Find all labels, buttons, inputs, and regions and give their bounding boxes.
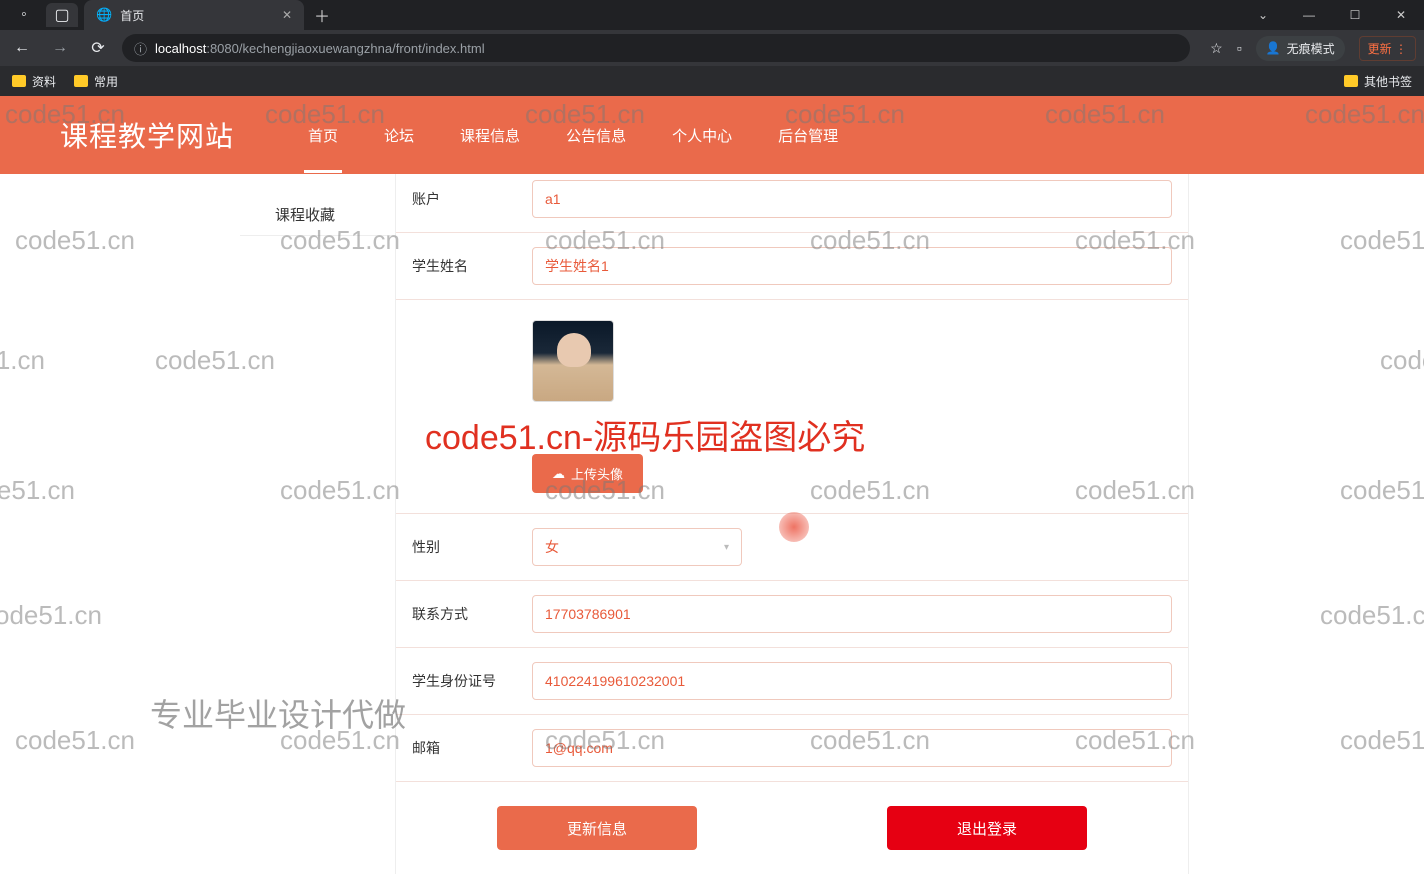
panel-icon[interactable]: ▫ <box>1237 40 1242 56</box>
close-icon[interactable]: ✕ <box>262 8 292 22</box>
sidebar: 课程收藏 <box>0 174 395 874</box>
address-bar: ← → ⟳ ⓘ localhost:8080/kechengjiaoxuewan… <box>0 30 1424 66</box>
bookmark-bar: 资料 常用 其他书签 <box>0 66 1424 96</box>
input-contact[interactable] <box>532 595 1172 633</box>
nav-home[interactable]: 首页 <box>304 98 342 173</box>
select-gender[interactable]: 女 ▾ <box>532 528 742 566</box>
star-icon[interactable]: ☆ <box>1210 40 1223 57</box>
label-account: 账户 <box>412 189 532 209</box>
upload-avatar-button[interactable]: ☁ 上传头像 <box>532 454 643 493</box>
app-icon[interactable]: ◦ <box>8 3 40 27</box>
bookmark-item[interactable]: 常用 <box>74 73 118 90</box>
url-port: :8080 <box>206 41 239 56</box>
row-contact: 联系方式 <box>396 581 1188 648</box>
nav-notice[interactable]: 公告信息 <box>562 98 630 173</box>
url-host: localhost <box>155 41 206 56</box>
row-account: 账户 <box>396 174 1188 233</box>
page-body: 课程收藏 账户 学生姓名 ☁ 上传头像 性别 女 ▾ 联系方式 <box>0 174 1424 874</box>
logout-button[interactable]: 退出登录 <box>887 806 1087 850</box>
site-nav: 课程教学网站 首页 论坛 课程信息 公告信息 个人中心 后台管理 <box>0 96 1424 174</box>
row-photo: ☁ 上传头像 <box>396 300 1188 514</box>
row-name: 学生姓名 <box>396 233 1188 300</box>
row-email: 邮箱 <box>396 715 1188 782</box>
incognito-badge[interactable]: 👤 无痕模式 <box>1256 36 1345 61</box>
browser-tab[interactable]: 🌐 首页 ✕ <box>84 0 304 30</box>
site-title: 课程教学网站 <box>60 115 234 155</box>
label-email: 邮箱 <box>412 738 532 758</box>
chevron-down-icon[interactable]: ⌄ <box>1240 0 1286 30</box>
tab-blank-icon[interactable]: ▢ <box>46 3 78 27</box>
nav-forum[interactable]: 论坛 <box>380 98 418 173</box>
action-row: 更新信息 退出登录 <box>396 782 1188 874</box>
select-value: 女 <box>545 537 559 557</box>
folder-icon <box>12 75 26 87</box>
bookmark-item[interactable]: 资料 <box>12 73 56 90</box>
chevron-down-icon: ▾ <box>724 542 729 553</box>
update-button[interactable]: 更新 ⋮ <box>1359 36 1416 61</box>
cursor-indicator <box>779 512 809 542</box>
sidebar-item-fav[interactable]: 课程收藏 <box>240 194 395 236</box>
url-path: /kechengjiaoxuewangzhna/front/index.html <box>239 41 485 56</box>
forward-button[interactable]: → <box>46 39 74 57</box>
nav-personal[interactable]: 个人中心 <box>668 98 736 173</box>
globe-icon: 🌐 <box>96 7 112 23</box>
label-gender: 性别 <box>412 537 532 557</box>
url-input[interactable]: ⓘ localhost:8080/kechengjiaoxuewangzhna/… <box>122 34 1190 62</box>
nav-admin[interactable]: 后台管理 <box>774 98 842 173</box>
bookmark-item[interactable]: 其他书签 <box>1344 73 1412 90</box>
tab-strip: ◦ ▢ 🌐 首页 ✕ ＋ ⌄ — ☐ ✕ <box>0 0 1424 30</box>
input-account[interactable] <box>532 180 1172 218</box>
nav-course[interactable]: 课程信息 <box>456 98 524 173</box>
info-icon: ⓘ <box>134 39 147 58</box>
upload-icon: ☁ <box>552 466 565 482</box>
label-idcard: 学生身份证号 <box>412 671 532 691</box>
minimize-button[interactable]: — <box>1286 0 1332 30</box>
input-idcard[interactable] <box>532 662 1172 700</box>
window-controls: ⌄ — ☐ ✕ <box>1240 0 1424 30</box>
tab-title: 首页 <box>120 7 144 24</box>
back-button[interactable]: ← <box>8 39 36 57</box>
avatar-image <box>532 320 614 402</box>
input-email[interactable] <box>532 729 1172 767</box>
input-name[interactable] <box>532 247 1172 285</box>
update-info-button[interactable]: 更新信息 <box>497 806 697 850</box>
incognito-icon: 👤 <box>1266 41 1281 55</box>
new-tab-button[interactable]: ＋ <box>314 3 330 27</box>
label-name: 学生姓名 <box>412 256 532 276</box>
folder-icon <box>74 75 88 87</box>
maximize-button[interactable]: ☐ <box>1332 0 1378 30</box>
close-window-button[interactable]: ✕ <box>1378 0 1424 30</box>
folder-icon <box>1344 75 1358 87</box>
browser-chrome: ◦ ▢ 🌐 首页 ✕ ＋ ⌄ — ☐ ✕ ← → ⟳ ⓘ localhost:8… <box>0 0 1424 96</box>
incognito-label: 无痕模式 <box>1287 40 1335 57</box>
reload-button[interactable]: ⟳ <box>84 38 112 58</box>
row-idcard: 学生身份证号 <box>396 648 1188 715</box>
label-contact: 联系方式 <box>412 604 532 624</box>
